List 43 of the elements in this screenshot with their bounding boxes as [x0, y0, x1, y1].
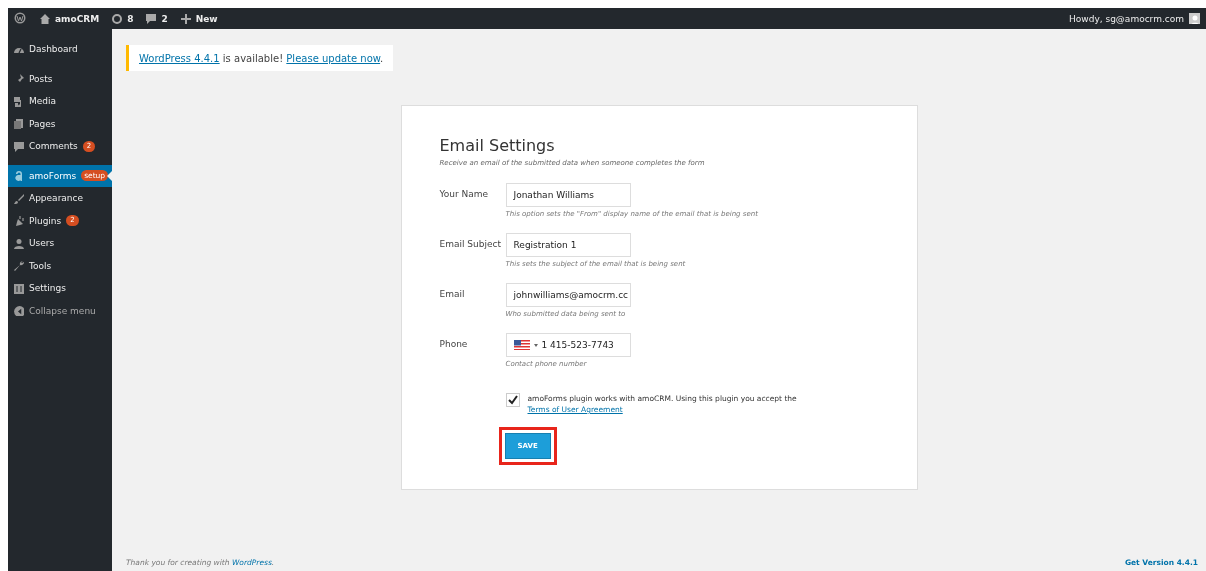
version-link[interactable]: WordPress 4.4.1 [139, 53, 220, 64]
text-field[interactable]: Jonathan Williams [505, 183, 631, 207]
plus-icon [179, 13, 191, 24]
form-title: Email Settings [439, 136, 556, 155]
wrench-icon [13, 260, 24, 272]
person-icon [13, 237, 24, 249]
caret-icon [533, 343, 538, 347]
comments-link[interactable]: 2 [145, 13, 168, 24]
field-label: Email Subject [439, 238, 502, 251]
agreement-checkbox[interactable] [505, 393, 520, 407]
speech-bubble-icon [13, 140, 24, 152]
text-field[interactable]: Registration 1 [505, 233, 631, 257]
sliders-icon [13, 282, 24, 294]
notice-text: WordPress 4.4.1 is available! Please update now. [139, 53, 384, 64]
home-icon [39, 13, 50, 24]
checkmark-icon [507, 395, 518, 405]
sidebar-item[interactable]: Media [8, 90, 112, 113]
brush-icon [13, 192, 24, 204]
collapse-arrow-icon [13, 305, 24, 317]
text-field[interactable]: johnwilliams@amocrm.cc [505, 283, 631, 307]
phone-field[interactable]: 1 415-523-7743 [505, 333, 631, 357]
sidebar-item[interactable]: Pages [8, 112, 112, 135]
sidebar-item[interactable]: Users [8, 232, 112, 255]
field-label: Your Name [439, 188, 490, 201]
plug-icon [13, 215, 24, 227]
pages-icon [13, 118, 24, 130]
avatar-icon [1189, 13, 1200, 24]
field-label: Phone [439, 338, 469, 351]
sidebar-item[interactable]: Settings [8, 277, 112, 300]
sidebar-item[interactable]: Dashboard [8, 38, 112, 61]
wordpress-logo-icon[interactable] [14, 12, 27, 25]
sidebar-item[interactable]: Appearance [8, 187, 112, 210]
new-link[interactable]: New [179, 13, 218, 24]
collapse-menu-button[interactable]: Collapse menu [8, 299, 112, 322]
field-label: Email [439, 288, 466, 301]
updates-link[interactable]: 8 [111, 13, 134, 24]
us-flag-icon [513, 340, 530, 350]
speech-bubble-icon [145, 13, 157, 24]
sidebar-item[interactable]: Tools [8, 254, 112, 277]
site-link[interactable]: amoCRM [39, 13, 100, 24]
letter-a-icon [13, 170, 24, 182]
account-link[interactable]: Howdy, sg@amocrm.com [1069, 13, 1200, 24]
sidebar-item[interactable]: Posts [8, 67, 112, 90]
